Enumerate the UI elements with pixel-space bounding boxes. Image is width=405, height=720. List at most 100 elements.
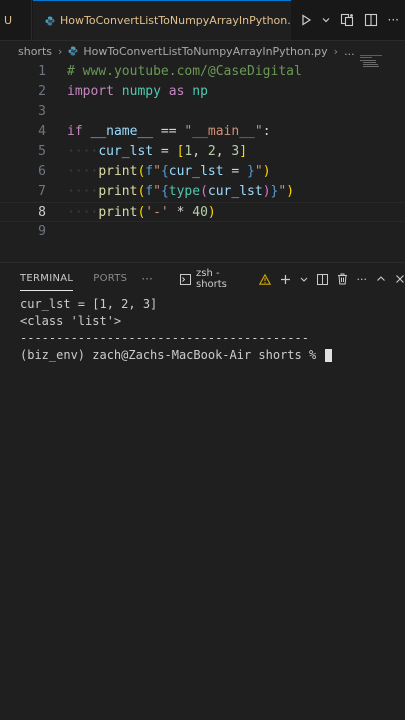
breadcrumb: shorts › HowToConvertListToNumpyArrayInP…: [0, 40, 405, 62]
code-token: '-': [145, 205, 169, 220]
python-file-icon: [45, 16, 55, 25]
run-icon[interactable]: [300, 14, 312, 26]
code-line[interactable]: 3: [0, 102, 405, 122]
code-token: as: [168, 84, 185, 99]
terminal-icon: [180, 273, 191, 285]
chevron-down-icon[interactable]: [322, 14, 330, 26]
code-token: print: [98, 184, 138, 199]
tab-active-file[interactable]: HowToConvertListToNumpyArrayInPython.py …: [33, 0, 291, 40]
tab-active-label: HowToConvertListToNumpyArrayInPython.py: [60, 14, 291, 27]
panel-divider[interactable]: [0, 262, 405, 263]
python-file-icon: [68, 46, 78, 56]
code-token: *: [168, 205, 193, 220]
line-number: 2: [38, 84, 46, 99]
more-actions-icon[interactable]: ···: [357, 273, 368, 286]
line-number: 6: [38, 164, 46, 179]
code-token: cur_lst: [168, 164, 224, 179]
terminal-line: cur_lst = [1, 2, 3]: [20, 297, 158, 311]
code-token: ): [262, 184, 271, 199]
code-token: ): [286, 184, 295, 199]
line-number: 3: [38, 104, 46, 119]
code-token: ": [254, 164, 263, 179]
tab-ports[interactable]: PORTS: [93, 264, 127, 294]
code-token: :: [262, 124, 271, 139]
code-token: ): [207, 205, 216, 220]
terminal-actions: zsh - shorts ···: [180, 264, 405, 294]
terminal-output[interactable]: cur_lst = [1, 2, 3] <class 'list'> -----…: [20, 296, 400, 364]
tab-previous-status: U: [4, 13, 13, 27]
code-token: }: [247, 164, 255, 179]
code-token: # www.youtube.com/@CaseDigital: [67, 64, 302, 79]
code-token: print: [98, 205, 138, 220]
code-token: f: [145, 164, 154, 179]
editor-actions: ···: [300, 0, 399, 40]
code-token: "__main__": [184, 124, 263, 139]
code-token: ····: [67, 184, 99, 199]
code-token: import: [67, 84, 114, 99]
line-number: 9: [38, 224, 46, 239]
terminal-cursor: [325, 349, 333, 362]
tab-previous[interactable]: U: [0, 0, 32, 40]
trash-icon[interactable]: [337, 273, 348, 285]
code-token: {: [160, 184, 169, 199]
code-token: ,: [215, 144, 232, 159]
code-text: # www.youtube.com/@CaseDigital: [67, 62, 302, 82]
chevron-right-icon: ›: [333, 44, 339, 58]
code-line[interactable]: 2 import numpy as np: [0, 82, 405, 102]
terminal-shell-name: zsh - shorts: [195, 268, 227, 290]
code-token: ····: [67, 144, 99, 159]
code-token: 40: [192, 205, 208, 220]
code-token: =: [153, 144, 177, 159]
code-line[interactable]: 7 ····print(f"{type(cur_lst)}"): [0, 182, 405, 202]
code-editor[interactable]: 1 # www.youtube.com/@CaseDigital 2 import n…: [0, 62, 405, 262]
terminal-line: <class 'list'>: [20, 314, 122, 328]
code-token: f: [145, 184, 154, 199]
code-line[interactable]: 8 ····print('-' * 40): [0, 202, 405, 222]
chevron-up-icon[interactable]: [376, 274, 386, 284]
terminal-prompt-line: (biz_env) zach@Zachs-MacBook-Air shorts …: [20, 347, 400, 364]
add-terminal-icon[interactable]: [280, 274, 291, 285]
code-token: print: [98, 164, 138, 179]
chevron-down-icon[interactable]: [300, 274, 308, 285]
code-token: {: [160, 164, 169, 179]
line-number: 8: [38, 205, 46, 220]
code-token: if: [67, 124, 83, 139]
warning-icon: [258, 273, 271, 285]
code-text: if __name__ == "__main__":: [67, 122, 271, 142]
code-line[interactable]: 9: [0, 222, 405, 242]
code-line[interactable]: 5 ····cur_lst = [1, 2, 3]: [0, 142, 405, 162]
code-token: ": [278, 184, 287, 199]
tab-terminal[interactable]: TERMINAL: [20, 264, 74, 294]
code-text: import numpy as np: [67, 82, 208, 102]
code-line[interactable]: 1 # www.youtube.com/@CaseDigital: [0, 62, 405, 82]
code-line[interactable]: 4 if __name__ == "__main__":: [0, 122, 405, 142]
code-token: ]: [239, 144, 248, 159]
terminal-shell-selector[interactable]: zsh - shorts: [180, 268, 271, 290]
compare-changes-icon[interactable]: [340, 13, 354, 27]
panel-more-button[interactable]: ···: [141, 272, 152, 286]
code-token: (: [200, 184, 208, 199]
code-text: ····print(f"{type(cur_lst)}"): [67, 182, 294, 202]
code-text: ····print('-' * 40): [67, 203, 216, 223]
code-token: __name__: [90, 124, 154, 139]
split-terminal-icon[interactable]: [316, 273, 328, 285]
breadcrumb-folder[interactable]: shorts: [18, 45, 52, 58]
code-token: ,: [192, 144, 208, 159]
breadcrumb-more[interactable]: ...: [344, 45, 355, 58]
code-token: ····: [67, 205, 99, 220]
chevron-right-icon: ›: [58, 44, 63, 58]
code-token: cur_lst: [207, 184, 263, 199]
code-token: ": [153, 184, 161, 199]
breadcrumb-file[interactable]: HowToConvertListToNumpyArrayInPython.py: [83, 45, 327, 58]
code-line[interactable]: 6 ····print(f"{cur_lst = }"): [0, 162, 405, 182]
code-text: ····cur_lst = [1, 2, 3]: [67, 142, 247, 162]
line-number: 5: [38, 144, 46, 159]
editor-tab-bar: U HowToConvertListToNumpyArrayInPython.p…: [0, 0, 405, 41]
more-actions-icon[interactable]: ···: [388, 13, 399, 27]
code-token: ): [262, 164, 271, 179]
split-editor-icon[interactable]: [364, 13, 378, 27]
code-token: ==: [153, 124, 185, 139]
code-token: type: [168, 184, 201, 199]
close-icon[interactable]: [395, 274, 405, 284]
